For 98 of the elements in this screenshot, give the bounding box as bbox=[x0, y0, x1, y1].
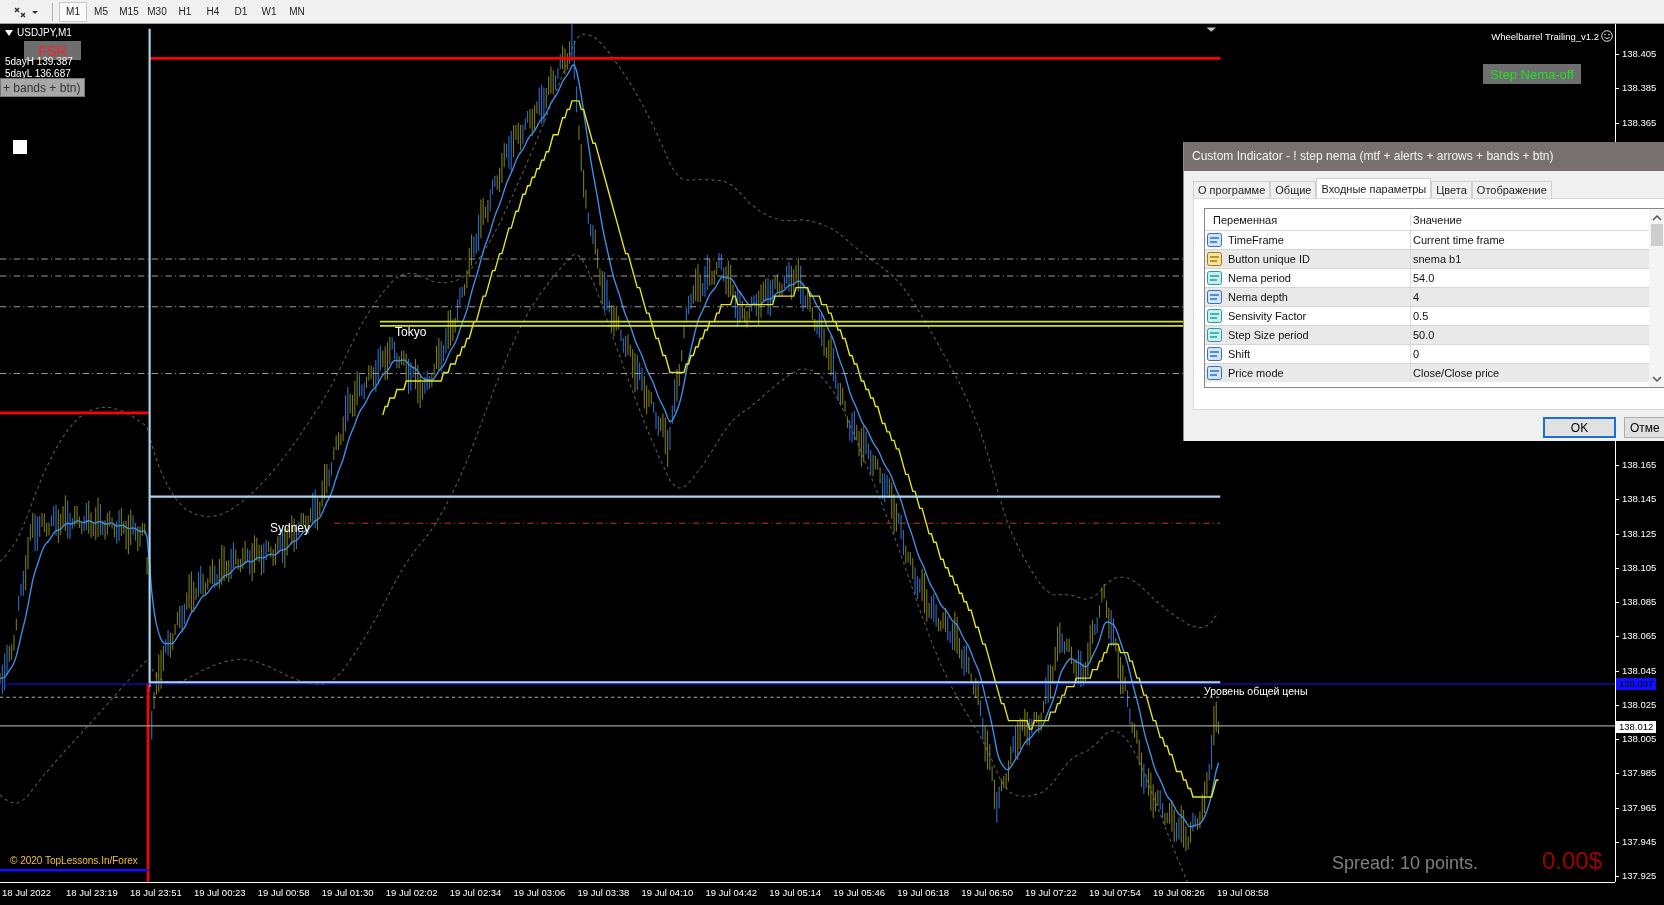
time-label: 18 Jul 23:51 bbox=[129, 887, 182, 898]
time-label: 19 Jul 02:02 bbox=[385, 887, 438, 898]
price-label: 138.005 bbox=[1616, 733, 1657, 744]
dialog-title: Custom Indicator - ! step nema (mtf + alerts + arrows + bands + btn) bbox=[1184, 142, 1664, 171]
scrollbar[interactable] bbox=[1649, 209, 1664, 387]
parameter-type-icon bbox=[1207, 308, 1223, 324]
time-label: 19 Jul 08:58 bbox=[1216, 887, 1269, 898]
price-label: 137.925 bbox=[1616, 870, 1657, 881]
timeframe-button[interactable]: H1 bbox=[171, 1, 199, 22]
smiley-icon bbox=[1601, 30, 1613, 42]
parameter-type-icon bbox=[1207, 251, 1223, 267]
parameter-value[interactable]: 0.5 bbox=[1411, 307, 1649, 325]
timeframe-button[interactable]: M15 bbox=[115, 1, 143, 22]
price-label: 138.105 bbox=[1616, 561, 1657, 573]
column-header: Значение bbox=[1412, 213, 1463, 226]
time-label: 19 Jul 03:38 bbox=[577, 887, 630, 898]
dialog-tab[interactable]: Входные параметры bbox=[1316, 178, 1432, 198]
time-label: 19 Jul 00:23 bbox=[193, 887, 246, 898]
price-level-label: Уровень общей цены bbox=[1204, 685, 1308, 697]
collapse-triangle-icon[interactable] bbox=[5, 29, 13, 36]
parameter-value[interactable]: snema b1 bbox=[1411, 250, 1649, 268]
parameter-value[interactable]: 54.0 bbox=[1411, 269, 1649, 287]
expert-name-label: Wheelbarrel Trailing_v1.2 bbox=[1491, 30, 1599, 42]
chart-marker-icon bbox=[13, 140, 27, 154]
time-label: 19 Jul 08:26 bbox=[1152, 887, 1205, 898]
timeframe-button[interactable]: H4 bbox=[199, 1, 227, 22]
price-label: 138.025 bbox=[1616, 698, 1657, 710]
column-header: Переменная bbox=[1205, 213, 1411, 226]
parameter-type-icon bbox=[1207, 289, 1223, 305]
timeframe-button[interactable]: MN bbox=[283, 1, 311, 22]
dialog-tab[interactable]: Цвета bbox=[1431, 181, 1472, 198]
symbol-label: USDJPY,M1 bbox=[17, 27, 72, 38]
dialog-tab[interactable]: Общие bbox=[1270, 181, 1317, 198]
parameter-type-icon bbox=[1207, 346, 1223, 362]
parameter-type-icon bbox=[1207, 232, 1223, 248]
parameter-value[interactable]: Current time frame bbox=[1411, 231, 1649, 249]
price-label: 138.165 bbox=[1616, 459, 1657, 470]
price-label: 138.065 bbox=[1616, 630, 1657, 642]
time-label: 18 Jul 23:19 bbox=[66, 887, 118, 898]
parameter-name: Shift bbox=[1228, 348, 1250, 360]
profit-label: 0.00$ bbox=[1542, 847, 1603, 875]
chart-shift-marker-icon bbox=[1206, 27, 1216, 32]
time-label: 19 Jul 06:50 bbox=[961, 887, 1013, 898]
time-label: 19 Jul 04:10 bbox=[641, 887, 694, 898]
price-label: 137.985 bbox=[1616, 767, 1657, 779]
price-label: 138.045 bbox=[1616, 664, 1657, 676]
parameter-type-icon bbox=[1207, 365, 1223, 381]
price-label: 138.365 bbox=[1616, 116, 1657, 128]
scrollbar-thumb[interactable] bbox=[1651, 224, 1663, 246]
price-label: 138.145 bbox=[1616, 493, 1657, 505]
time-label: 19 Jul 04:42 bbox=[705, 887, 758, 898]
parameter-name: Step Size period bbox=[1228, 329, 1309, 341]
parameter-value[interactable]: Close/Close price bbox=[1411, 364, 1649, 382]
time-label: 19 Jul 07:22 bbox=[1025, 887, 1077, 898]
parameter-value[interactable]: 4 bbox=[1411, 288, 1649, 306]
time-label: 19 Jul 00:58 bbox=[257, 887, 310, 898]
scroll-down-icon[interactable] bbox=[1652, 376, 1662, 383]
timeframe-button[interactable]: M30 bbox=[143, 1, 171, 22]
time-label: 19 Jul 02:34 bbox=[449, 887, 502, 898]
price-label: 137.965 bbox=[1616, 801, 1657, 813]
indicator-button[interactable]: + bands + btn) bbox=[0, 78, 86, 97]
timeframe-button[interactable]: W1 bbox=[255, 1, 283, 22]
time-label: 19 Jul 05:14 bbox=[769, 887, 822, 898]
timeframe-button[interactable]: D1 bbox=[227, 1, 255, 22]
five-day-low-label: 5dayL 136.687 bbox=[5, 68, 71, 79]
timeframe-button[interactable]: M5 bbox=[87, 1, 115, 22]
scroll-up-icon[interactable] bbox=[1652, 214, 1662, 221]
parameter-name: TimeFrame bbox=[1228, 234, 1284, 246]
last-price-tag: 138.012 bbox=[1616, 721, 1657, 733]
time-label: 19 Jul 01:30 bbox=[321, 887, 374, 898]
session-label: Tokyo bbox=[395, 325, 427, 339]
timeframe-button[interactable]: M1 bbox=[59, 1, 87, 22]
dialog-tab[interactable]: О программе bbox=[1193, 181, 1271, 198]
copyright-label: © 2020 TopLessons.In/Forex bbox=[10, 855, 138, 866]
dialog-button[interactable]: OK bbox=[1543, 417, 1616, 438]
parameter-name: Button unique ID bbox=[1228, 253, 1310, 265]
parameter-value[interactable]: 0 bbox=[1411, 345, 1649, 363]
time-label: 19 Jul 03:06 bbox=[513, 887, 566, 898]
parameter-value[interactable]: 50.0 bbox=[1411, 326, 1649, 344]
dialog-tab[interactable]: Отображение bbox=[1471, 181, 1552, 198]
spread-label: Spread: 10 points. bbox=[1332, 853, 1479, 874]
time-label: 18 Jul 2022 bbox=[2, 887, 52, 898]
bid-price-tag: 138.037 bbox=[1616, 678, 1657, 690]
parameter-name: Sensivity Factor bbox=[1228, 310, 1307, 322]
parameter-name: Nema depth bbox=[1228, 291, 1288, 303]
price-label: 138.125 bbox=[1616, 527, 1657, 539]
parameter-name: Nema period bbox=[1228, 272, 1291, 284]
parameter-type-icon bbox=[1207, 270, 1223, 286]
parameter-type-icon bbox=[1207, 327, 1223, 343]
price-label: 138.385 bbox=[1616, 82, 1657, 94]
time-label: 19 Jul 07:54 bbox=[1089, 887, 1141, 898]
parameter-name: Price mode bbox=[1228, 367, 1284, 379]
price-label: 138.085 bbox=[1616, 596, 1657, 607]
price-label: 138.405 bbox=[1616, 48, 1657, 59]
price-label: 137.945 bbox=[1616, 835, 1657, 847]
time-label: 19 Jul 06:18 bbox=[897, 887, 949, 898]
dialog-button[interactable]: Отме bbox=[1624, 417, 1664, 438]
time-label: 19 Jul 05:46 bbox=[833, 887, 886, 898]
